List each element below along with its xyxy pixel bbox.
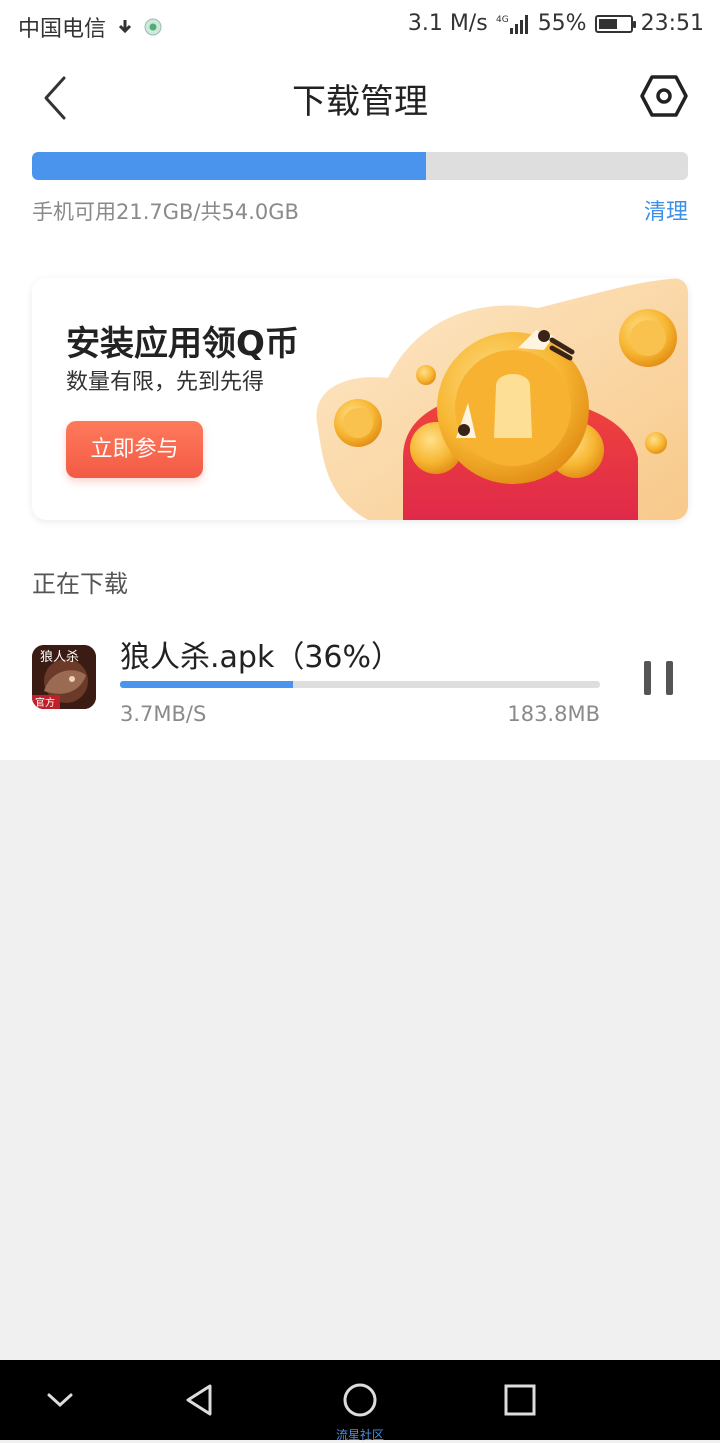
promo-banner[interactable]: 安装应用领Q币 数量有限，先到先得 立即参与 (32, 278, 688, 520)
recent-apps-square-icon[interactable] (500, 1380, 540, 1420)
app-icon-werewolf: 狼人杀 官方 (32, 645, 96, 709)
pause-icon[interactable] (644, 661, 674, 695)
home-circle-icon[interactable] (340, 1380, 380, 1420)
app-icon-title: 狼人杀 (40, 650, 79, 665)
page-title: 下载管理 (292, 82, 428, 122)
download-progress-bar (120, 681, 600, 688)
join-now-button[interactable]: 立即参与 (66, 421, 203, 478)
storage-bar (32, 152, 688, 180)
battery-icon (594, 14, 636, 33)
network-speed: 3.1 M/s (407, 11, 488, 36)
status-bar: 中国电信 3.1 M/s 4G 55% 23:51 (0, 0, 720, 50)
chevron-down-icon[interactable] (40, 1380, 80, 1420)
storage-bar-fill (32, 152, 426, 180)
app-icon-badge: 官方 (35, 696, 55, 709)
clock: 23:51 (640, 11, 704, 36)
clean-button[interactable]: 清理 (644, 194, 688, 226)
download-size: 183.8MB (507, 702, 600, 726)
download-name: 狼人杀.apk（36%） (120, 640, 402, 675)
signal-icon: 4G (496, 14, 528, 34)
carrier-label: 中国电信 (18, 17, 107, 42)
watermark-text: 流星社区 (335, 1428, 384, 1442)
coin-redpacket-illustration (316, 278, 688, 520)
banner-subtitle: 数量有限，先到先得 (66, 370, 265, 395)
back-triangle-icon[interactable] (180, 1380, 220, 1420)
network-type: 4G (496, 15, 509, 25)
settings-hexagon-icon[interactable] (640, 72, 688, 120)
page-content: 中国电信 3.1 M/s 4G 55% 23:51 下载管理 手机可用21.7G… (0, 0, 720, 760)
storage-info: 手机可用21.7GB/共54.0GB (32, 200, 299, 224)
header: 下载管理 (0, 50, 720, 146)
section-title-downloading: 正在下载 (32, 570, 128, 598)
download-arrow-icon (118, 20, 132, 34)
app-notification-icon (144, 18, 162, 36)
banner-title: 安装应用领Q币 (66, 324, 299, 364)
download-progress-fill (120, 681, 293, 688)
download-speed: 3.7MB/S (120, 702, 207, 726)
battery-percent: 55% (537, 11, 587, 36)
